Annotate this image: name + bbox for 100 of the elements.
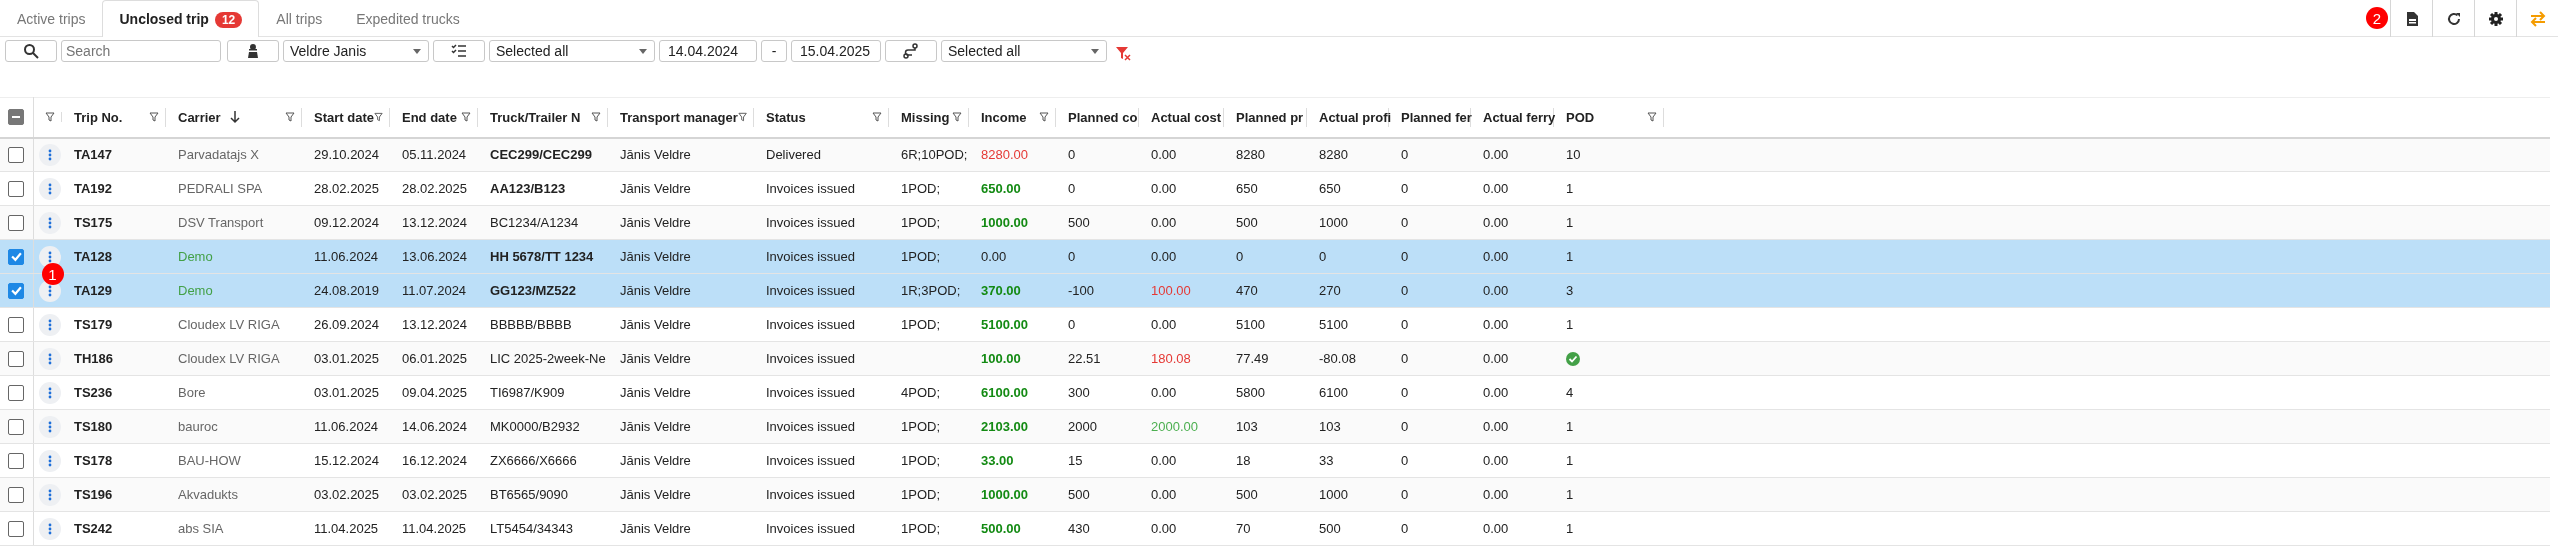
missing-documents: 1POD; [901,180,940,196]
person-icon [245,43,261,59]
row-checkbox[interactable] [8,384,24,401]
truck-number: BC1234/A1234 [490,214,579,230]
column-header[interactable]: Start date [314,107,374,127]
person-button[interactable] [227,40,279,62]
column-header[interactable]: Trip No. [74,107,123,127]
trip-status: Invoices issued [766,384,855,400]
manager-name: Jānis Veldre [620,282,691,298]
search-button[interactable] [5,40,57,62]
count-badge: 12 [214,12,243,28]
actual-profit: 5100 [1319,316,1348,332]
actual-ferry: 0.00 [1483,418,1509,434]
filter-icon[interactable] [285,112,295,123]
vertical-dots-icon [47,352,52,365]
column-header[interactable]: Actual cost [1151,107,1222,127]
search-field[interactable]: Search [61,40,221,62]
check-circle-icon [1566,352,1580,367]
filter-icon[interactable] [591,112,601,123]
row-checkbox[interactable] [8,180,24,197]
column-header[interactable]: POD [1566,107,1595,127]
actual-profit: 8280 [1319,147,1348,162]
trip-status: Invoices issued [766,214,855,230]
column-header[interactable]: Transport manager [620,107,738,127]
filter-icon[interactable] [1647,112,1657,123]
tab[interactable]: Active trips [0,0,103,37]
row-checkbox[interactable] [8,146,24,163]
column-header[interactable]: Planned fer [1401,107,1472,127]
row-menu-button[interactable] [38,245,61,268]
actual-cost: 0.00 [1151,452,1177,468]
checklist-button[interactable] [433,40,485,62]
row-checkbox[interactable] [8,214,24,231]
date-field[interactable]: 15.04.2025 [791,40,881,62]
row-menu-button[interactable] [38,381,61,404]
trip-number: TA192 [74,180,113,196]
filter-icon[interactable] [461,112,471,123]
column-header[interactable]: Carrier [178,107,221,127]
manager-name: Jānis Veldre [620,214,691,230]
row-menu-button[interactable] [38,415,61,438]
planned-ferry: 0 [1401,418,1409,434]
manager-name: Jānis Veldre [620,384,691,400]
row-menu-button[interactable] [38,313,61,336]
column-header[interactable]: Actual ferry [1483,107,1556,127]
income-amount: 1000.00 [981,214,1028,230]
row-menu-button[interactable] [38,347,61,370]
actual-profit: 270 [1319,282,1341,298]
filter-icon[interactable] [149,112,159,123]
row-checkbox[interactable] [8,520,24,537]
column-header[interactable]: End date [402,107,457,127]
filter-icon[interactable] [1039,112,1049,123]
row-checkbox[interactable] [8,350,24,367]
row-checkbox[interactable] [8,282,24,299]
dropdown[interactable]: Veldre Janis [283,40,429,62]
row-checkbox[interactable] [8,418,24,435]
filter-icon[interactable] [737,112,747,123]
tab[interactable]: All trips [259,0,340,37]
column-header[interactable]: Planned co [1068,107,1138,127]
row-menu-button[interactable] [38,177,61,200]
route-button[interactable] [885,40,937,62]
planned-ferry: 0 [1401,180,1409,196]
dropdown[interactable]: Selected all [941,40,1107,62]
filter-icon[interactable] [45,112,55,123]
actual-profit: 1000 [1319,214,1348,230]
row-checkbox[interactable] [8,486,24,503]
income-amount: 100.00 [981,350,1021,366]
row-menu-button[interactable] [38,449,61,472]
sort-arrow-icon[interactable] [228,110,241,125]
filter-icon[interactable] [373,112,383,123]
column-header[interactable]: Planned pr [1236,107,1304,127]
select-all-checkbox[interactable] [8,109,24,126]
truck-number: TI6987/K909 [490,384,565,400]
actual-profit: 33 [1319,452,1334,468]
column-header[interactable]: Truck/Trailer N [490,107,581,127]
income-amount: 6100.00 [981,384,1028,400]
column-header[interactable]: Actual profi [1319,107,1392,127]
settings-icon [2487,10,2504,27]
row-menu-button[interactable] [38,211,61,234]
column-header[interactable]: Missing [901,107,950,127]
carrier-name: Demo [178,282,213,298]
row-menu-button[interactable] [38,483,61,506]
trip-number: TS180 [74,418,113,434]
row-checkbox[interactable] [8,452,24,469]
row-menu-button[interactable] [38,517,61,540]
planned-profit: 8280 [1236,147,1265,162]
column-header[interactable]: Status [766,107,806,127]
end-date: 14.06.2024 [402,418,468,434]
row-checkbox[interactable] [8,316,24,333]
missing-documents: 4POD; [901,384,940,400]
row-menu-button[interactable] [38,143,61,166]
tab[interactable]: Expedited trucks [339,0,477,37]
column-header[interactable]: Income [981,107,1027,127]
date-field[interactable]: 14.04.2024 [659,40,757,62]
dropdown[interactable]: Selected all [489,40,655,62]
filter-icon[interactable] [952,112,962,123]
tab[interactable]: Unclosed trip 12 [102,0,260,37]
manager-name: Jānis Veldre [620,418,691,434]
actual-cost: 0.00 [1151,214,1177,230]
filter-icon[interactable] [872,112,882,123]
planned-ferry: 0 [1401,452,1409,468]
row-checkbox[interactable] [8,248,24,265]
